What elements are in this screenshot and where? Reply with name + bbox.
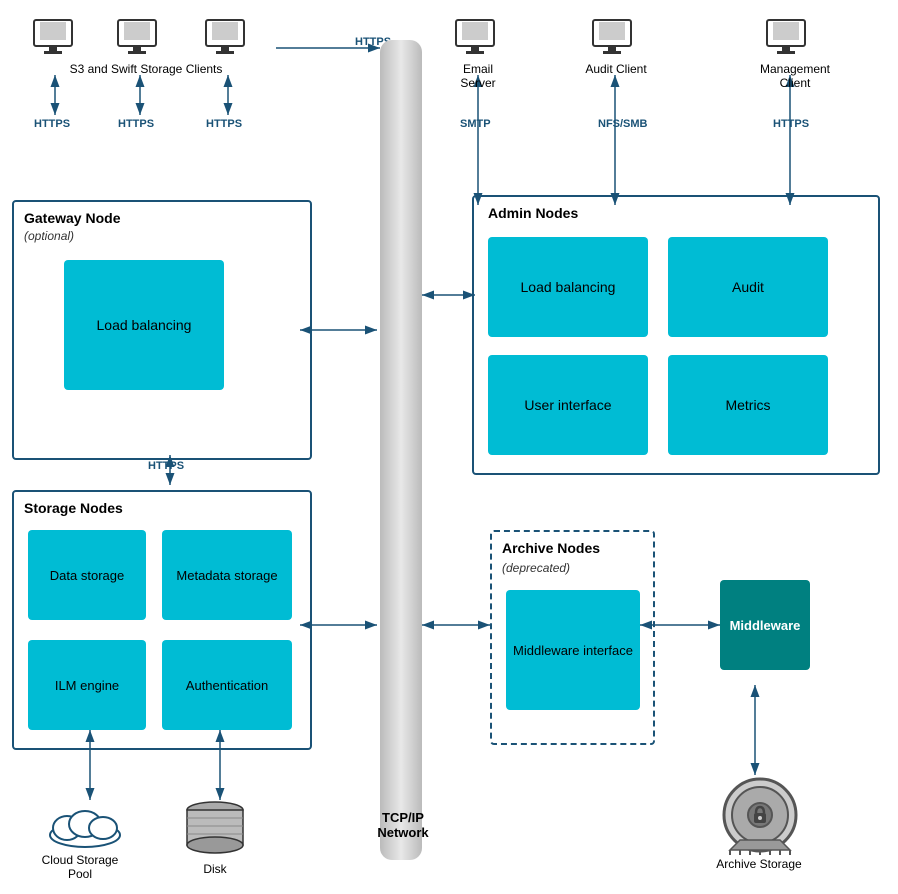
archive-storage-label: Archive Storage — [714, 857, 804, 871]
disk-shape — [185, 800, 245, 863]
smtp-label: SMTP — [460, 118, 491, 130]
disk-label: Disk — [185, 862, 245, 876]
archive-nodes-container: Archive Nodes (deprecated) Middleware in… — [490, 530, 655, 745]
authentication-box: Authentication — [162, 640, 292, 730]
admin-nodes-title: Admin Nodes — [488, 205, 578, 221]
admin-user-interface-box: User interface — [488, 355, 648, 455]
tcp-ip-label: TCP/IP Network — [358, 810, 448, 840]
admin-metrics-box: Metrics — [668, 355, 828, 455]
audit-client-label: Audit Client — [585, 62, 647, 76]
tcp-ip-pipe — [380, 40, 422, 860]
ilm-engine-box: ILM engine — [28, 640, 146, 730]
https-label-3: HTTPS — [206, 118, 242, 130]
nfs-smb-label: NFS/SMB — [598, 118, 648, 130]
email-server — [454, 18, 498, 60]
admin-load-balancing-box: Load balancing — [488, 237, 648, 337]
https-mgmt-label: HTTPS — [773, 118, 809, 130]
archive-storage-shape — [720, 775, 800, 858]
metadata-storage-box: Metadata storage — [162, 530, 292, 620]
management-client — [765, 18, 809, 60]
email-server-label: Email Server — [444, 62, 512, 90]
https-label-2: HTTPS — [118, 118, 154, 130]
https-gateway-storage: HTTPS — [148, 460, 184, 472]
middleware-interface-box: Middleware interface — [506, 590, 640, 710]
https-label-1: HTTPS — [34, 118, 70, 130]
middleware-box: Middleware — [720, 580, 810, 670]
archive-nodes-title: Archive Nodes — [502, 540, 600, 556]
gateway-load-balancing-box: Load balancing — [64, 260, 224, 390]
storage-nodes-container: Storage Nodes Data storage Metadata stor… — [12, 490, 312, 750]
gateway-node-container: Gateway Node (optional) Load balancing — [12, 200, 312, 460]
archive-nodes-subtitle: (deprecated) — [502, 560, 570, 575]
gateway-node-title: Gateway Node — [24, 210, 120, 226]
data-storage-box: Data storage — [28, 530, 146, 620]
s3-client-2 — [116, 18, 160, 60]
s3-swift-label: S3 and Swift Storage Clients — [16, 62, 276, 76]
storage-nodes-title: Storage Nodes — [24, 500, 123, 516]
gateway-node-subtitle: (optional) — [24, 228, 74, 243]
admin-nodes-container: Admin Nodes Load balancing Audit User in… — [472, 195, 880, 475]
cloud-storage-shape — [45, 800, 125, 853]
audit-client — [591, 18, 635, 60]
s3-client-1 — [32, 18, 76, 60]
admin-audit-box: Audit — [668, 237, 828, 337]
cloud-storage-label: Cloud Storage Pool — [30, 853, 130, 881]
s3-client-3 — [204, 18, 248, 60]
management-client-label: Management Client — [755, 62, 835, 90]
